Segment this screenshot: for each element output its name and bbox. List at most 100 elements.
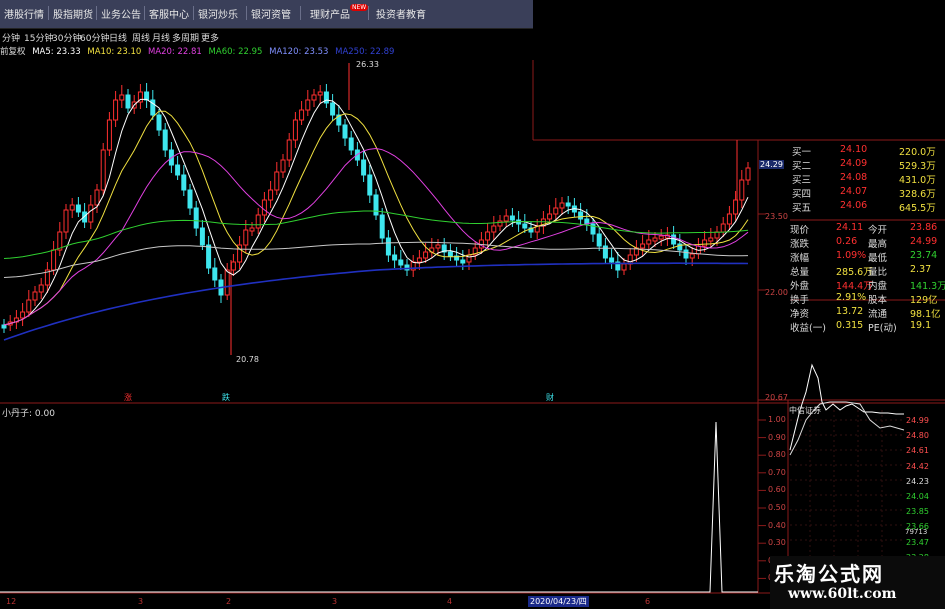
candle-body [361,159,367,176]
candle-body [206,244,212,269]
stat-label: 外盘 [790,281,810,292]
menu-divider [300,6,301,20]
candle-body [63,209,69,233]
menu-item-hk-market[interactable]: 港股行情 [4,6,44,21]
menu-item-investor-education[interactable]: 投资者教育 [376,6,426,21]
candle-body [193,207,199,229]
candle-body [274,171,280,191]
menu-item-asset-management[interactable]: 银河资管 [251,6,291,21]
stat-row: 外盘 144.4万 内盘 141.3万 [760,278,945,292]
menu-divider [144,6,145,20]
stat-label: 涨跌 [790,239,810,250]
period-15min[interactable]: 15分钟 [24,31,53,44]
bid-price: 24.09 [840,158,868,169]
candle-body [268,189,274,201]
candle-body [261,199,267,216]
candle-body [509,215,515,221]
candle-body [460,259,466,264]
stat-label: 最低 [868,253,888,264]
bid-row[interactable]: 买四 24.07 328.6万 [760,186,945,200]
date-axis-tick: 12 [6,597,17,606]
stat-value: 13.72 [836,306,864,317]
period-weekly[interactable]: 周线 [132,31,150,44]
stat-label: 总量 [790,267,810,278]
candle-body [373,194,379,216]
candle-body [522,223,528,229]
top-menu-bar: 港股行情 股指期货 业务公告 客服中心 银河炒乐 银河资管 理财产品 NEW 投… [0,0,533,29]
bid-row[interactable]: 买二 24.09 529.3万 [760,158,945,172]
candle-body [553,207,559,215]
bid-label: 买五 [792,203,812,214]
bid-volume: 431.0万 [899,175,936,186]
candle-body [305,99,311,111]
watermark-url: www.60lt.com [788,586,897,602]
ma10-value: MA10: 23.10 [87,47,142,57]
indicator-line [0,421,758,593]
ma5-value: MA5: 23.33 [32,47,81,57]
period-more[interactable]: 更多 [201,31,219,44]
candle-body [621,263,627,271]
candle-body [609,257,615,263]
marker-cai: 财 [546,393,554,402]
stat-value: 23.74 [910,250,938,261]
date-axis-tick: 3 [332,597,338,606]
bid-row[interactable]: 买三 24.08 431.0万 [760,172,945,186]
bid-row[interactable]: 买一 24.10 220.0万 [760,144,945,158]
indicator-y-tick: 0.30 [768,538,786,548]
indicator-y-tick: 1.00 [768,415,786,424]
indicator-y-tick: 0.60 [768,485,786,495]
date-axis-highlight: 2020/04/23/四 [528,596,589,607]
stat-label: 内盘 [868,281,888,292]
candle-body [311,94,317,101]
period-multi[interactable]: 多周期 [172,31,199,44]
candle-body [385,237,391,256]
adjust-mode-label[interactable]: 前复权 [0,47,26,57]
date-axis-tick: 2 [226,597,232,606]
mini-chart-price-tick: 24.04 [906,492,929,501]
stat-row: 收益(一) 0.315 PE(动) 19.1 [760,320,945,334]
stat-value: 23.86 [910,222,938,233]
candle-body [69,204,75,211]
candle-body [435,244,441,249]
candle-body [199,227,205,246]
indicator-y-tick: 0.40 [768,520,786,530]
bid-row[interactable]: 买五 24.06 645.5万 [760,200,945,214]
menu-item-index-futures[interactable]: 股指期货 [53,6,93,21]
ma250-value: MA250: 22.89 [335,47,395,57]
candle-body [565,202,571,207]
candle-body [292,119,298,141]
stat-value: 2.37 [910,264,932,275]
period-30min[interactable]: 30分钟 [52,31,81,44]
menu-item-galaxy-fun[interactable]: 银河炒乐 [198,6,238,21]
candle-body [485,231,491,241]
period-60min[interactable]: 60分钟 [80,31,109,44]
period-daily[interactable]: 日线 [109,31,127,44]
period-selector: 分钟 15分钟 30分钟 60分钟 日线 周线 月线 多周期 更多 [0,29,533,45]
stat-value: 129亿 [910,295,938,306]
stat-value: 1.09% [836,250,867,261]
stat-value: 0.315 [836,320,864,331]
stat-label: 今开 [868,225,888,236]
stat-label: 涨幅 [790,253,810,264]
bid-label: 买二 [792,161,812,172]
candle-body [100,149,106,191]
indicator-y-tick: 0.90 [768,432,786,442]
candle-body [187,189,193,209]
candle-body [75,204,81,213]
candle-body [348,137,354,151]
candle-body [379,214,385,239]
indicator-y-tick: 0.50 [768,503,786,512]
candle-body [317,91,323,96]
period-monthly[interactable]: 月线 [152,31,170,44]
candle-body [702,239,708,247]
menu-divider [48,6,49,20]
candle-body [224,269,230,296]
candle-body [156,114,162,131]
watermark-title: 乐淘公式网 [774,562,884,586]
period-1min[interactable]: 分钟 [2,31,20,44]
bid-price: 24.08 [840,172,868,183]
ma-legend: 前复权 MA5: 23.33 MA10: 23.10 MA20: 22.81 M… [0,45,398,58]
menu-item-service-center[interactable]: 客服中心 [149,6,189,21]
menu-item-wealth-products[interactable]: 理财产品 [310,6,350,21]
menu-item-announcements[interactable]: 业务公告 [101,6,141,21]
